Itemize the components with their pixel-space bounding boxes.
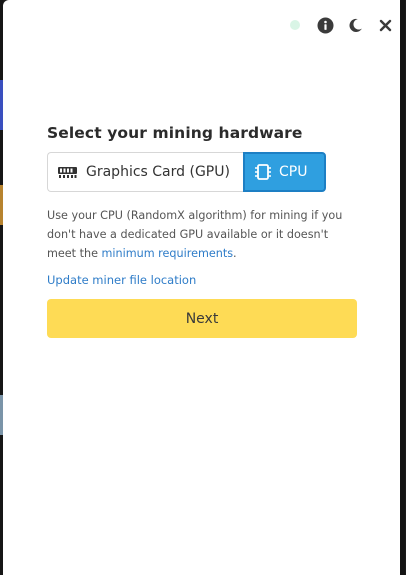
status-indicator	[290, 20, 300, 30]
description-suffix: .	[233, 247, 237, 260]
window-topbar	[290, 14, 394, 36]
gpu-option-button[interactable]: Graphics Card (GPU)	[47, 152, 243, 192]
mining-setup-window: Select your mining hardware Graphics Car…	[3, 0, 405, 575]
hardware-selection-panel: Select your mining hardware Graphics Car…	[47, 124, 357, 338]
cpu-option-button[interactable]: CPU	[243, 152, 326, 192]
minimum-requirements-link[interactable]: minimum requirements	[102, 247, 234, 260]
update-miner-location-link[interactable]: Update miner file location	[47, 273, 196, 287]
close-icon[interactable]	[376, 16, 394, 34]
gpu-option-label: Graphics Card (GPU)	[86, 164, 230, 180]
dialog-title: Select your mining hardware	[47, 124, 303, 142]
next-button[interactable]: Next	[47, 299, 357, 338]
cpu-description: Use your CPU (RandomX algorithm) for min…	[47, 206, 347, 263]
cpu-chip-icon	[255, 163, 271, 181]
moon-icon[interactable]	[346, 16, 364, 34]
cpu-option-label: CPU	[279, 164, 308, 180]
info-icon[interactable]	[316, 16, 334, 34]
gpu-card-icon	[57, 165, 78, 179]
hardware-toggle: Graphics Card (GPU) CPU	[47, 152, 326, 192]
